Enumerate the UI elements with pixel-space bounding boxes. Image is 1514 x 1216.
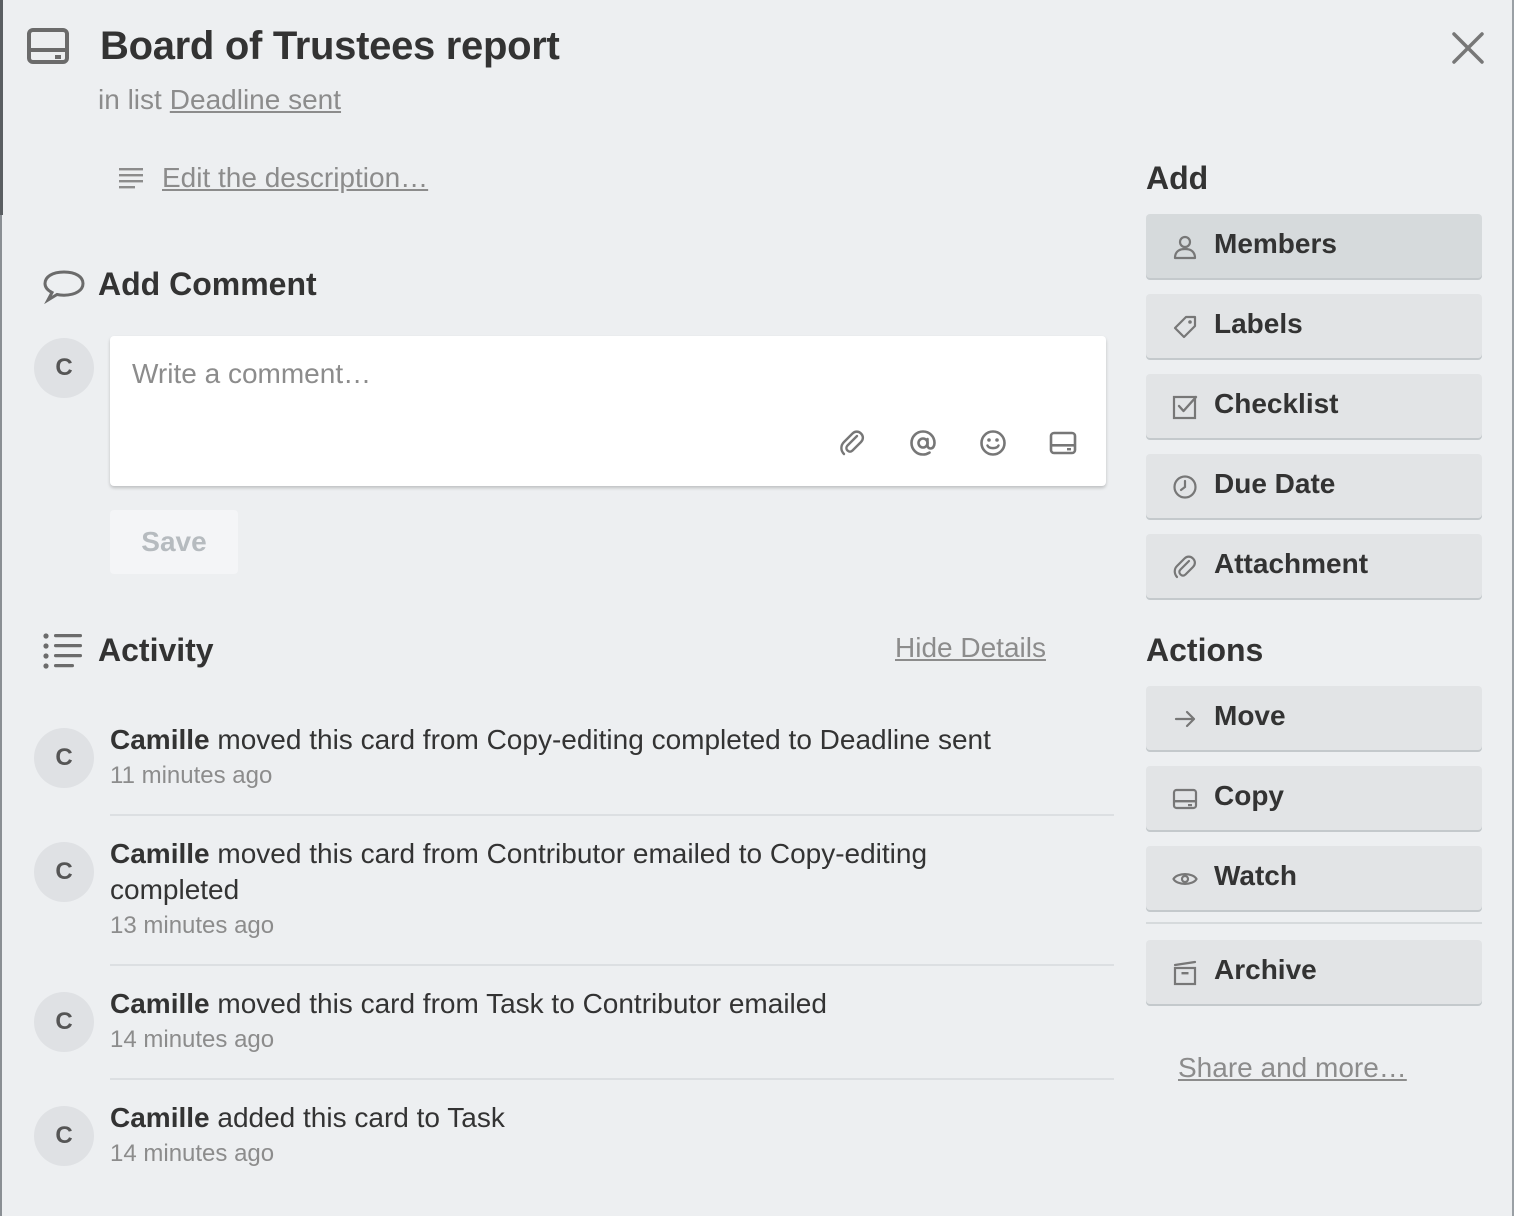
in-list-prefix: in list: [98, 84, 162, 115]
add-heading: Add: [1146, 160, 1209, 196]
share-and-more-link[interactable]: Share and more…: [1178, 1052, 1407, 1084]
labels-label: Labels: [1214, 308, 1303, 339]
card-icon[interactable]: [1048, 428, 1078, 458]
move-button[interactable]: Move: [1146, 686, 1482, 750]
attachment-button[interactable]: Attachment: [1146, 534, 1482, 598]
divider: [110, 1078, 1114, 1080]
avatar[interactable]: C: [34, 842, 94, 902]
watch-label: Watch: [1214, 860, 1297, 891]
clock-icon: [1173, 475, 1197, 499]
activity-time[interactable]: 11 minutes ago: [110, 762, 272, 790]
tag-icon: [1173, 315, 1197, 339]
activity-icon: [43, 633, 82, 669]
avatar[interactable]: C: [34, 338, 94, 398]
archive-icon: [1173, 960, 1197, 986]
activity-text: moved this card from Contributor emailed…: [110, 838, 928, 905]
copy-button[interactable]: Copy: [1146, 766, 1482, 830]
list-item: Camille added this card to Task: [110, 1100, 1100, 1136]
attachment-label: Attachment: [1214, 548, 1369, 579]
activity-user[interactable]: Camille: [110, 838, 210, 869]
card-title[interactable]: Board of Trustees report: [100, 24, 560, 69]
actions-heading: Actions: [1146, 632, 1264, 668]
activity-user[interactable]: Camille: [110, 1102, 210, 1133]
window-left-edge-shadow: [0, 0, 3, 215]
list-item: Camille moved this card from Task to Con…: [110, 986, 1100, 1022]
comment-box: [110, 336, 1106, 486]
activity-time[interactable]: 14 minutes ago: [110, 1026, 274, 1054]
due-date-button[interactable]: Due Date: [1146, 454, 1482, 518]
card-detail-window: Board of Trustees report in list Deadline…: [0, 0, 1514, 1216]
card-icon: [1172, 788, 1198, 810]
activity-text: added this card to Task: [217, 1102, 505, 1133]
copy-label: Copy: [1214, 780, 1284, 811]
members-button[interactable]: Members: [1146, 214, 1482, 278]
hide-details-link[interactable]: Hide Details: [895, 632, 1046, 664]
labels-button[interactable]: Labels: [1146, 294, 1482, 358]
edit-description-link[interactable]: Edit the description…: [162, 162, 428, 194]
sidebar-divider: [1146, 922, 1482, 924]
comment-icon: [43, 270, 85, 304]
activity-time[interactable]: 13 minutes ago: [110, 912, 274, 940]
add-comment-heading: Add Comment: [98, 266, 317, 302]
activity-heading: Activity: [98, 632, 214, 668]
divider: [110, 964, 1114, 966]
emoji-icon[interactable]: [978, 428, 1008, 458]
save-button[interactable]: Save: [110, 510, 238, 574]
move-label: Move: [1214, 700, 1286, 731]
activity-time[interactable]: 14 minutes ago: [110, 1140, 274, 1168]
card-list-info: in list Deadline sent: [98, 84, 341, 116]
eye-icon: [1172, 873, 1198, 885]
checklist-label: Checklist: [1214, 388, 1339, 419]
activity-text: moved this card from Task to Contributor…: [217, 988, 827, 1019]
avatar[interactable]: C: [34, 992, 94, 1052]
divider: [110, 814, 1114, 816]
checkbox-icon: [1172, 395, 1198, 420]
due-date-label: Due Date: [1214, 468, 1336, 499]
watch-button[interactable]: Watch: [1146, 846, 1482, 910]
checklist-button[interactable]: Checklist: [1146, 374, 1482, 438]
avatar[interactable]: C: [34, 728, 94, 788]
avatar[interactable]: C: [34, 1106, 94, 1166]
activity-user[interactable]: Camille: [110, 988, 210, 1019]
archive-button[interactable]: Archive: [1146, 940, 1482, 1004]
card-icon: [27, 28, 69, 64]
list-item: Camille moved this card from Copy-editin…: [110, 722, 1100, 758]
close-icon[interactable]: [1446, 26, 1490, 70]
attachment-icon[interactable]: [838, 428, 868, 458]
archive-label: Archive: [1214, 954, 1317, 985]
comment-input[interactable]: [132, 354, 1072, 394]
mention-icon[interactable]: [908, 428, 938, 458]
arrow-right-icon: [1174, 710, 1196, 728]
description-icon: [119, 168, 143, 189]
list-name-link[interactable]: Deadline sent: [170, 84, 341, 115]
members-label: Members: [1214, 228, 1337, 259]
activity-text: moved this card from Copy-editing comple…: [217, 724, 991, 755]
activity-user[interactable]: Camille: [110, 724, 210, 755]
list-item: Camille moved this card from Contributor…: [110, 836, 970, 908]
paperclip-icon: [1173, 555, 1196, 579]
person-icon: [1173, 235, 1197, 260]
